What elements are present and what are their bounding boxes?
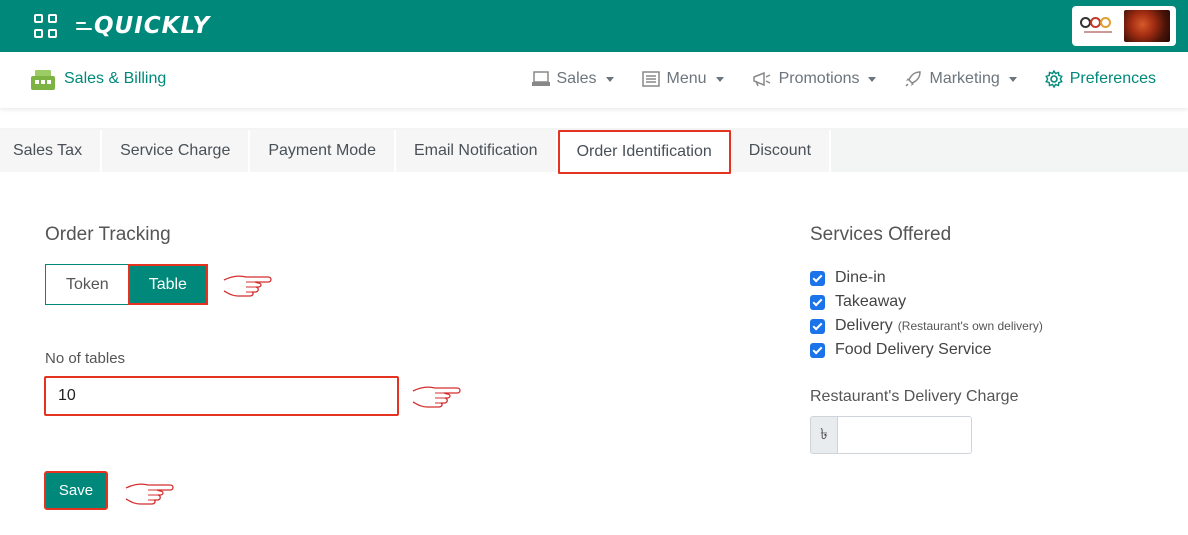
- main-menu: Sales Menu Promotions Marketing Preferen…: [504, 70, 1156, 88]
- restaurant-logo: [1078, 14, 1118, 38]
- save-button[interactable]: Save: [44, 471, 108, 510]
- services-offered-title: Services Offered: [810, 224, 952, 245]
- order-tracking-toggle: Token Table: [45, 264, 208, 305]
- avatar[interactable]: [1124, 10, 1170, 42]
- currency-symbol: ৳: [810, 416, 837, 454]
- megaphone-icon: [752, 71, 770, 87]
- register-icon: [531, 71, 550, 86]
- pointing-hand-icon: [412, 386, 461, 408]
- menu-sales-label: Sales: [556, 70, 597, 87]
- gear-icon: [1044, 70, 1063, 88]
- tab-order-identification[interactable]: Order Identification: [557, 130, 731, 174]
- menu-preferences[interactable]: Preferences: [1044, 70, 1156, 88]
- tab-email-notification[interactable]: Email Notification: [395, 130, 558, 172]
- menu-promotions-label: Promotions: [778, 70, 860, 87]
- menu-menu-label: Menu: [666, 70, 707, 87]
- menu-marketing-label: Marketing: [929, 70, 1000, 87]
- tab-payment-mode[interactable]: Payment Mode: [250, 130, 396, 172]
- menu-menu[interactable]: Menu: [641, 70, 724, 88]
- menu-marketing[interactable]: Marketing: [904, 70, 1017, 88]
- service-label: Food Delivery Service: [835, 341, 992, 358]
- order-tracking-title: Order Tracking: [45, 224, 171, 245]
- cash-register-icon: [31, 68, 55, 90]
- menu-sales[interactable]: Sales: [531, 70, 614, 88]
- service-label: Dine-in: [835, 269, 886, 286]
- delivery-charge-group: ৳: [810, 416, 972, 454]
- chevron-down-icon: [715, 76, 724, 82]
- app-title[interactable]: Sales & Billing: [31, 68, 166, 90]
- pointing-hand-icon: [223, 275, 272, 297]
- apps-grid-icon[interactable]: [34, 14, 58, 38]
- service-note: (Restaurant's own delivery): [897, 319, 1043, 333]
- service-label: Takeaway: [835, 293, 907, 310]
- chevron-down-icon: [605, 76, 614, 82]
- tab-discount[interactable]: Discount: [730, 130, 832, 172]
- delivery-charge-input[interactable]: [837, 416, 972, 454]
- checkbox-checked-icon[interactable]: [810, 270, 825, 286]
- checkbox-checked-icon[interactable]: [810, 342, 825, 358]
- menu-promotions[interactable]: Promotions: [752, 70, 877, 88]
- service-dine-in[interactable]: Dine-in: [810, 266, 1043, 290]
- list-icon: [641, 71, 660, 87]
- table-option-button[interactable]: Table: [127, 264, 208, 305]
- services-list: Dine-in Takeaway Delivery (Restaurant's …: [810, 266, 1043, 362]
- chevron-down-icon: [868, 76, 877, 82]
- chevron-down-icon: [1008, 76, 1017, 82]
- restaurant-profile[interactable]: [1072, 6, 1176, 46]
- tables-label: No of tables: [45, 350, 126, 367]
- preferences-tabs: Sales Tax Service Charge Payment Mode Em…: [0, 130, 832, 174]
- delivery-charge-label: Restaurant's Delivery Charge: [810, 388, 1019, 405]
- service-takeaway[interactable]: Takeaway: [810, 290, 1043, 314]
- menu-preferences-label: Preferences: [1069, 70, 1156, 87]
- tables-input[interactable]: 10: [44, 376, 399, 416]
- tab-sales-tax[interactable]: Sales Tax: [0, 130, 103, 172]
- service-food-delivery[interactable]: Food Delivery Service: [810, 338, 1043, 362]
- pointing-hand-icon: [125, 483, 174, 505]
- checkbox-checked-icon[interactable]: [810, 294, 825, 310]
- service-delivery[interactable]: Delivery (Restaurant's own delivery): [810, 314, 1043, 338]
- app-navbar: Sales & Billing Sales Menu Promotions Ma…: [0, 52, 1188, 108]
- service-label: Delivery: [835, 317, 893, 334]
- top-header: QUICKLY: [0, 0, 1188, 52]
- rocket-icon: [905, 71, 922, 87]
- checkbox-checked-icon[interactable]: [810, 318, 825, 334]
- logo-speed-lines: [76, 22, 92, 30]
- app-title-text: Sales & Billing: [64, 70, 167, 87]
- tab-service-charge[interactable]: Service Charge: [102, 130, 251, 172]
- token-option-button[interactable]: Token: [45, 264, 130, 305]
- quickly-logo[interactable]: QUICKLY: [76, 11, 210, 41]
- logo-text: QUICKLY: [94, 13, 211, 39]
